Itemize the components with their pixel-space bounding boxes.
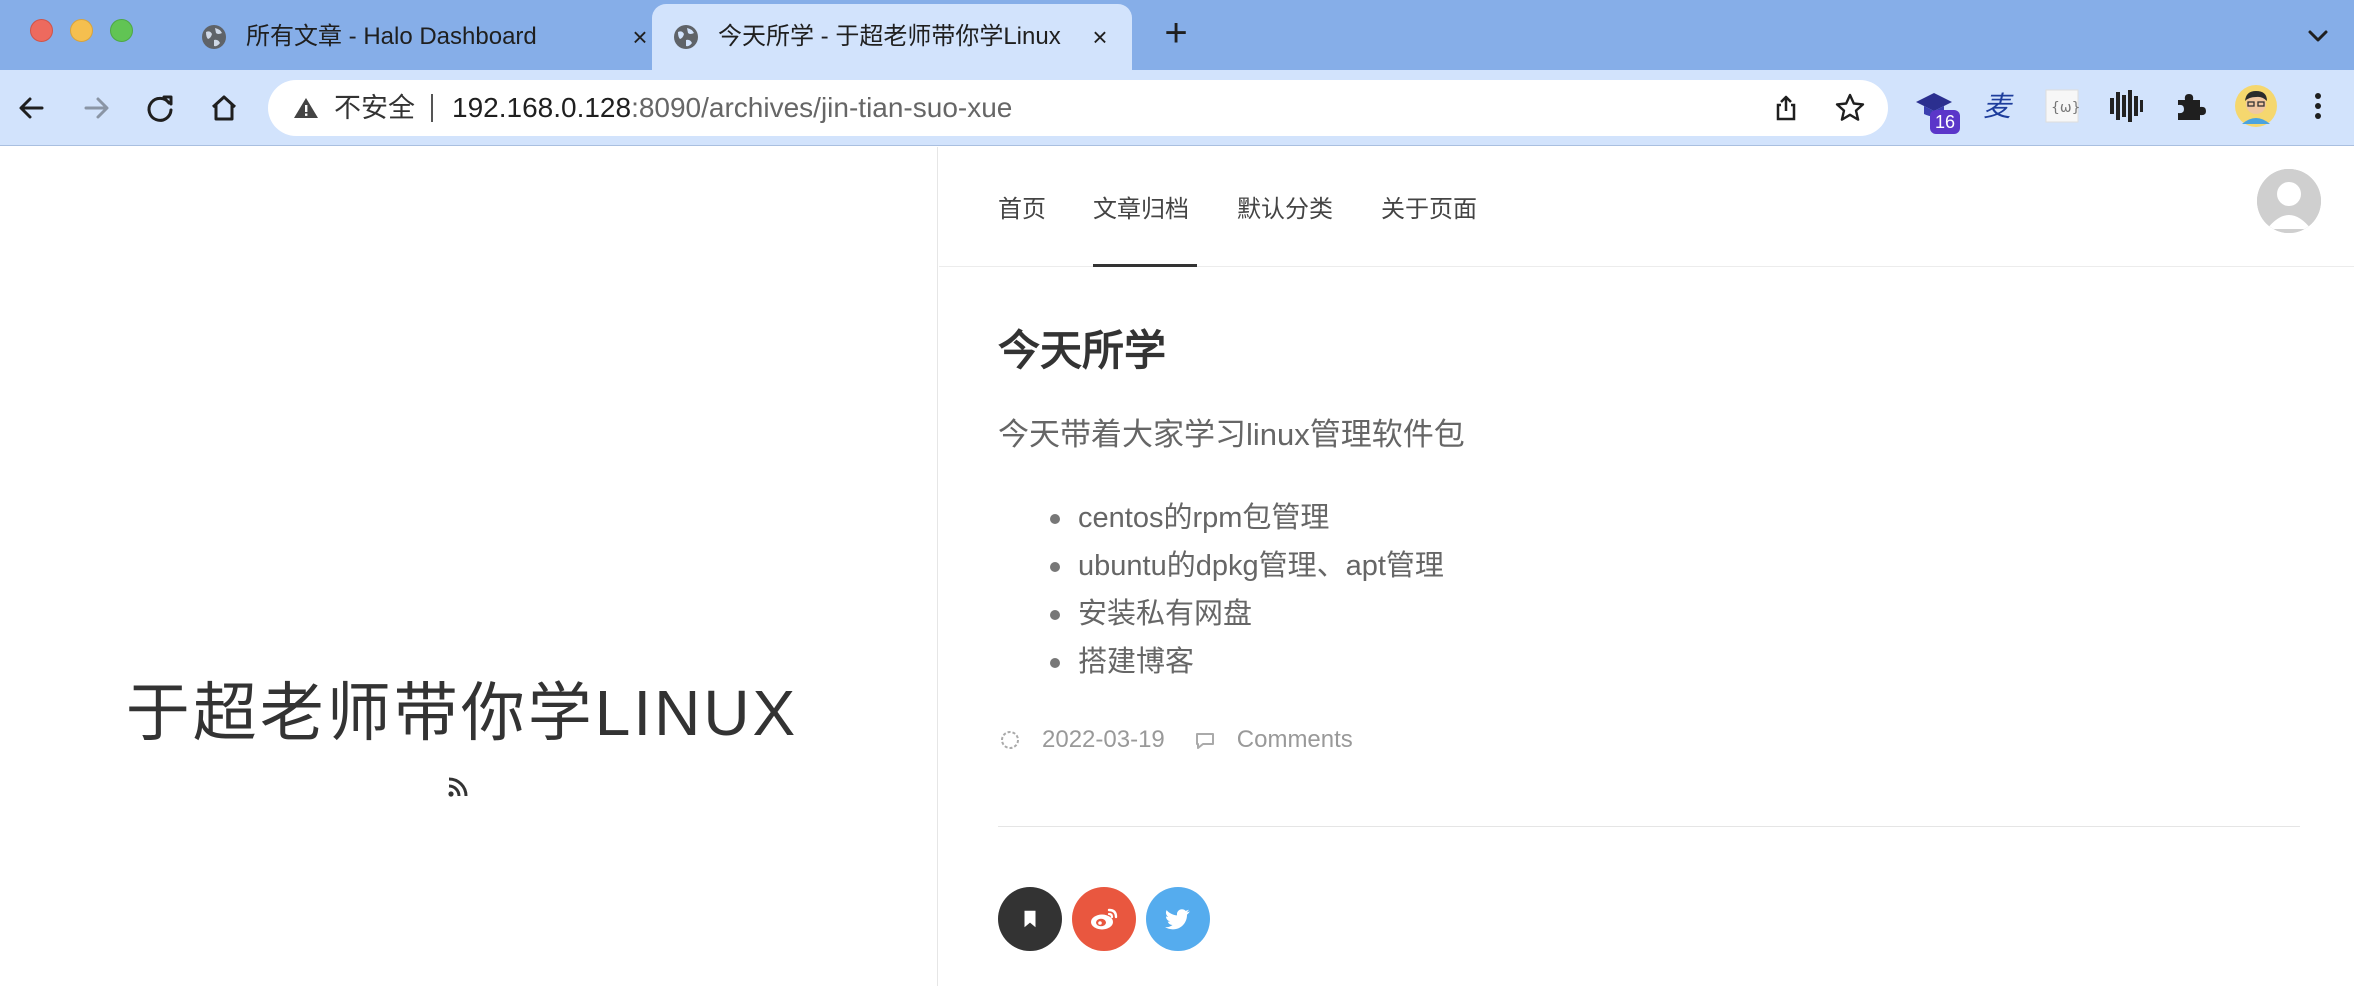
ocr-icon[interactable]: {ω}: [2042, 86, 2082, 126]
nav-item-default-category[interactable]: 默认分类: [1237, 189, 1333, 224]
close-window-button[interactable]: [30, 19, 53, 42]
home-icon: [211, 95, 237, 121]
extension-badge: 16: [1930, 110, 1960, 134]
site-title[interactable]: 于超老师带你学LINUX: [0, 662, 924, 754]
post-intro: 今天带着大家学习linux管理软件包: [998, 417, 1465, 452]
tab-title: 所有文章 - Halo Dashboard: [246, 23, 537, 50]
warning-icon: [294, 98, 318, 118]
nav-item-archives[interactable]: 文章归档: [1093, 189, 1189, 224]
nav-item-about[interactable]: 关于页面: [1381, 189, 1477, 224]
globe-icon: [674, 25, 698, 49]
svg-text:{ω}: {ω}: [2051, 100, 2081, 116]
arrow-right-icon: [84, 97, 109, 119]
clock-icon: [1001, 731, 1019, 749]
bookmark-icon: [1024, 910, 1036, 928]
tab-title: 今天所学 - 于超老师带你学Linux: [718, 23, 1061, 50]
comment-icon: [1195, 733, 1214, 749]
arrow-left-icon: [19, 97, 44, 119]
post-date: 2022-03-19: [1042, 726, 1165, 753]
rss-icon[interactable]: [446, 775, 470, 799]
post-title: 今天所学: [998, 327, 1167, 374]
comments-link[interactable]: Comments: [1237, 726, 1353, 754]
nav-active-indicator: [1093, 264, 1197, 267]
security-label[interactable]: 不安全: [334, 80, 415, 136]
url-text[interactable]: 192.168.0.128:8090/archives/jin-tian-suo…: [452, 80, 1012, 136]
list-item: 搭建博客: [998, 638, 1444, 686]
tab-strip: 所有文章 - Halo Dashboard × 今天所学 - 于超老师带你学Li…: [0, 0, 2354, 70]
share-twitter-button[interactable]: [1146, 887, 1210, 951]
divider: [998, 826, 2300, 827]
forward-button[interactable]: [74, 86, 118, 130]
new-tab-button[interactable]: +: [1158, 13, 1194, 53]
avatar[interactable]: [2257, 169, 2321, 233]
reload-button[interactable]: [138, 86, 182, 130]
url-path: :8090/archives/jin-tian-suo-xue: [631, 92, 1013, 123]
post-meta: 2022-03-19 Comments: [998, 725, 1353, 755]
share-icon[interactable]: [1770, 92, 1802, 124]
url-host: 192.168.0.128: [452, 92, 632, 123]
browser-toolbar: 不安全 192.168.0.128:8090/archives/jin-tian…: [0, 70, 2354, 146]
bookmark-star-icon[interactable]: [1834, 92, 1866, 124]
home-button[interactable]: [202, 86, 246, 130]
minimize-window-button[interactable]: [70, 19, 93, 42]
list-item: 安装私有网盘: [998, 590, 1444, 638]
tab-close-button[interactable]: ×: [628, 24, 652, 50]
puzzle-icon[interactable]: [2170, 86, 2210, 126]
post-list: centos的rpm包管理 ubuntu的dpkg管理、apt管理 安装私有网盘…: [998, 494, 1444, 686]
main-content: 首页 文章归档 默认分类 关于页面 今天所学 今天带着大家学习linux管理软件…: [939, 147, 2354, 986]
address-bar[interactable]: 不安全 192.168.0.128:8090/archives/jin-tian…: [268, 80, 1888, 136]
more-vert-icon[interactable]: [2298, 86, 2338, 126]
tab-jin-tian-suo-xue[interactable]: 今天所学 - 于超老师带你学Linux ×: [652, 4, 1132, 70]
user-icon: [2257, 169, 2321, 233]
share-weibo-button[interactable]: [1072, 887, 1136, 951]
audio-bars-icon[interactable]: [2106, 86, 2146, 126]
sidebar: 于超老师带你学LINUX: [0, 147, 938, 986]
nav-item-home[interactable]: 首页: [998, 189, 1046, 224]
tab-halo-dashboard[interactable]: 所有文章 - Halo Dashboard ×: [180, 4, 650, 70]
weibo-icon: [1091, 908, 1118, 930]
maximize-window-button[interactable]: [110, 19, 133, 42]
omnibox-divider: [431, 94, 433, 122]
top-nav: 首页 文章归档 默认分类 关于页面: [939, 147, 2354, 267]
globe-icon: [202, 25, 226, 49]
page-content: 于超老师带你学LINUX 首页 文章归档 默认分类 关于页面 今天所学 今天带着…: [0, 147, 2354, 986]
svg-text:麦: 麦: [1983, 90, 2014, 123]
list-item: ubuntu的dpkg管理、apt管理: [998, 542, 1444, 590]
back-button[interactable]: [10, 86, 54, 130]
translate-icon[interactable]: 麦: [1978, 86, 2018, 126]
share-bookmark-button[interactable]: [998, 887, 1062, 951]
reload-icon: [147, 95, 173, 122]
chevron-down-icon[interactable]: [2304, 22, 2332, 50]
profile-avatar-icon[interactable]: [2234, 84, 2278, 128]
twitter-icon: [1164, 909, 1190, 930]
tab-close-button[interactable]: ×: [1088, 24, 1112, 50]
list-item: centos的rpm包管理: [998, 494, 1444, 542]
